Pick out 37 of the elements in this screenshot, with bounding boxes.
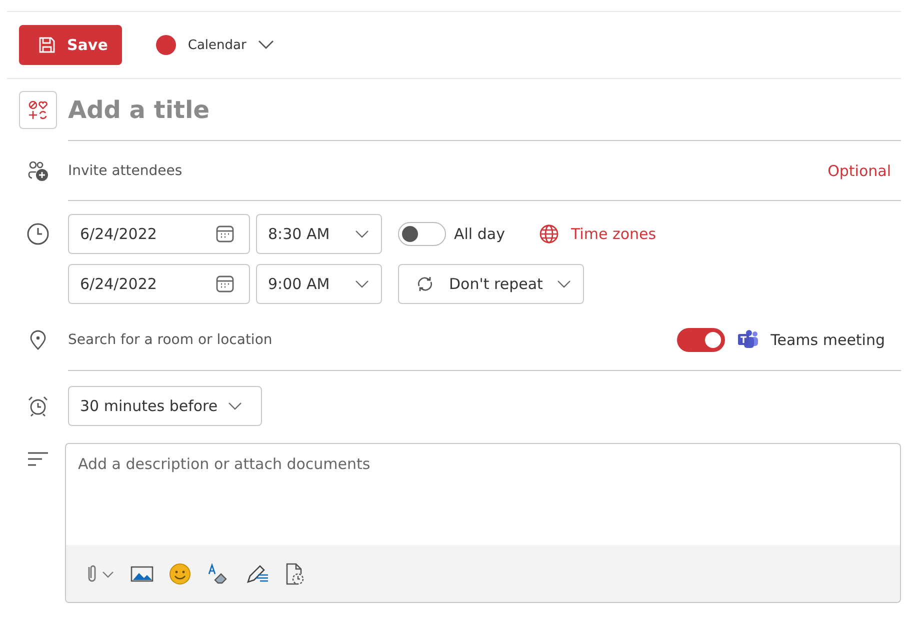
time-dropdown[interactable]: 8:30 AM bbox=[256, 214, 382, 254]
category-icon[interactable] bbox=[18, 91, 56, 129]
calendar-dropdown[interactable]: Calendar bbox=[156, 35, 274, 55]
date-field[interactable]: 6/24/2022 bbox=[68, 264, 250, 304]
schedule-file-button[interactable] bbox=[284, 562, 306, 586]
emoji-button[interactable] bbox=[168, 562, 192, 586]
time-zones-link[interactable]: Time zones bbox=[570, 225, 656, 243]
all-day-label: All day bbox=[454, 225, 505, 243]
all-day-toggle[interactable] bbox=[398, 222, 446, 246]
insert-picture-button[interactable] bbox=[130, 564, 154, 584]
alarm-clock-icon bbox=[26, 395, 48, 417]
description-field[interactable]: Add a description or attach documents bbox=[65, 443, 901, 545]
reminder-dropdown[interactable]: 30 minutes before bbox=[68, 386, 262, 426]
repeat-icon bbox=[415, 274, 435, 294]
location-pin-icon bbox=[28, 329, 48, 351]
teams-meeting-label: Teams meeting bbox=[770, 330, 885, 348]
teams-meeting-toggle[interactable] bbox=[676, 328, 725, 352]
time-dropdown[interactable]: 9:00 AM bbox=[256, 264, 382, 304]
add-people-icon bbox=[26, 160, 48, 182]
attendees-field[interactable]: Invite attendees bbox=[68, 162, 828, 178]
calendar-icon bbox=[215, 224, 235, 244]
clock-icon bbox=[26, 222, 50, 246]
save-button[interactable]: Save bbox=[19, 25, 122, 65]
calendar-icon bbox=[215, 274, 235, 294]
chevron-down-icon bbox=[355, 230, 369, 238]
chevron-down-icon bbox=[228, 402, 242, 410]
chevron-down-icon bbox=[258, 40, 274, 50]
globe-icon bbox=[538, 224, 559, 244]
optional-link[interactable]: Optional bbox=[828, 162, 901, 180]
save-icon bbox=[37, 35, 57, 55]
text-lines-icon bbox=[26, 451, 48, 467]
date-field[interactable]: 6/24/2022 bbox=[68, 214, 250, 254]
chevron-down-icon bbox=[355, 280, 369, 288]
location-field[interactable]: Search for a room or location bbox=[68, 332, 677, 348]
teams-logo-icon bbox=[736, 328, 759, 350]
chevron-down-icon bbox=[556, 280, 571, 288]
repeat-dropdown[interactable]: Don't repeat bbox=[398, 264, 584, 304]
